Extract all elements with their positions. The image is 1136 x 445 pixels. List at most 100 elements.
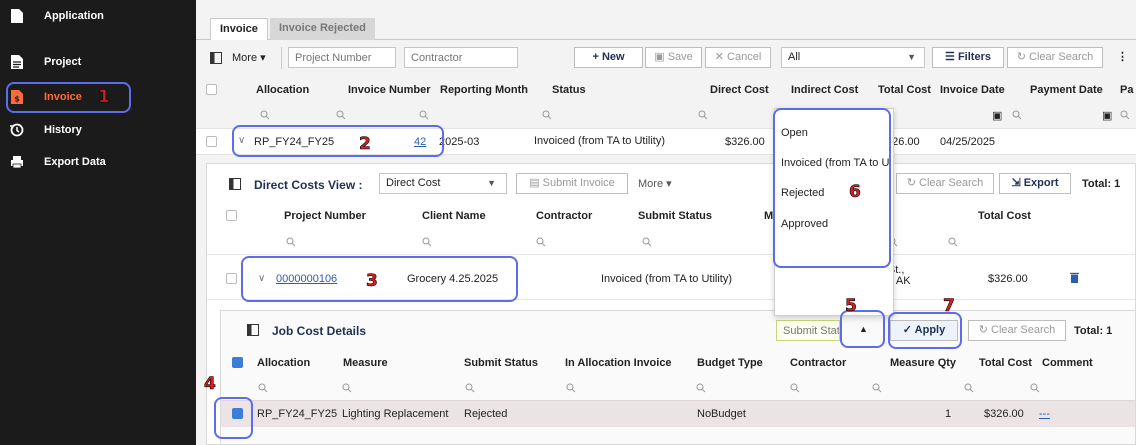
col-submit-status[interactable]: Submit Status (638, 210, 712, 222)
search-icon[interactable] (260, 110, 270, 120)
export-button[interactable]: ⇲ Export (999, 173, 1071, 194)
grid-toggle-icon[interactable] (229, 178, 241, 193)
col-invoice-number[interactable]: Invoice Number (348, 84, 431, 96)
search-icon[interactable] (536, 237, 546, 247)
cell-reporting-month: 2025-03 (439, 136, 480, 148)
tab-invoice[interactable]: Invoice (210, 18, 268, 40)
contractor-input[interactable] (404, 47, 518, 68)
more-menu[interactable]: More ▾ (638, 177, 672, 190)
submit-status-filter-input[interactable] (776, 320, 840, 341)
search-icon[interactable] (342, 383, 352, 393)
col-in-allocation-invoice[interactable]: In Allocation Invoice (565, 357, 672, 369)
col-total-cost[interactable]: Total Cost (878, 84, 931, 96)
sidebar-item-application[interactable]: Application (0, 0, 196, 32)
search-icon[interactable] (465, 383, 475, 393)
search-icon[interactable] (948, 237, 958, 247)
col-contractor[interactable]: Contractor (790, 357, 846, 369)
select-all-checkbox[interactable] (206, 84, 217, 95)
more-label: More (232, 52, 258, 64)
col-total-cost[interactable]: Total Cost (979, 357, 1032, 369)
col-allocation[interactable]: Allocation (257, 357, 310, 369)
annotation-badge: 5 (845, 296, 857, 316)
col-client-name[interactable]: Client Name (422, 210, 486, 222)
row-checkbox[interactable] (226, 273, 237, 284)
search-icon[interactable] (1120, 110, 1130, 120)
submit-invoice-label: Submit Invoice (542, 177, 615, 189)
search-icon[interactable] (696, 383, 706, 393)
submit-invoice-button[interactable]: ▤ Submit Invoice (516, 173, 628, 194)
col-indirect-cost[interactable]: Indirect Cost (791, 84, 858, 96)
col-total-cost[interactable]: Total Cost (978, 210, 1031, 222)
col-pa[interactable]: Pa (1120, 84, 1133, 96)
sidebar-item-project[interactable]: Project (0, 46, 196, 78)
cell-status: Invoiced (from TA to Utility) (534, 135, 666, 147)
col-m[interactable]: M (764, 210, 773, 222)
col-budget-type[interactable]: Budget Type (697, 357, 763, 369)
search-icon[interactable] (872, 383, 882, 393)
col-submit-status[interactable]: Submit Status (464, 357, 538, 369)
cell-measure: Lighting Replacement (342, 408, 449, 420)
search-icon[interactable] (286, 237, 296, 247)
tab-invoice-rejected[interactable]: Invoice Rejected (270, 18, 375, 40)
calendar-icon[interactable]: ▣ (992, 109, 1002, 122)
search-icon[interactable] (258, 383, 268, 393)
select-all-checkbox[interactable] (226, 210, 237, 221)
row-checkbox[interactable] (206, 136, 217, 147)
calendar-icon[interactable]: ▣ (1102, 109, 1112, 122)
job-cost-title: Job Cost Details (272, 324, 367, 338)
search-icon[interactable] (422, 237, 432, 247)
sidebar-item-label: Application (44, 10, 104, 22)
search-icon[interactable] (698, 110, 708, 120)
status-filter-select[interactable]: All ▼ (781, 47, 925, 68)
status-filter-value: All (788, 51, 801, 63)
col-direct-cost[interactable]: Direct Cost (710, 84, 769, 96)
annotation-badge: 2 (359, 134, 371, 154)
filters-button[interactable]: ☰ Filters (932, 47, 1004, 68)
view-select[interactable]: Direct Cost ▼ (379, 173, 507, 194)
highlight-row-checkbox (214, 397, 253, 439)
col-payment-date[interactable]: Payment Date (1030, 84, 1103, 96)
col-reporting-month[interactable]: Reporting Month (440, 84, 528, 96)
project-number-input[interactable] (288, 47, 396, 68)
search-icon[interactable] (419, 110, 429, 120)
more-menu[interactable]: More ▾ (232, 51, 266, 64)
search-icon[interactable] (964, 383, 974, 393)
sidebar-item-history[interactable]: History (0, 114, 196, 146)
col-measure-qty[interactable]: Measure Qty (890, 357, 956, 369)
search-icon[interactable] (642, 237, 652, 247)
comment-link[interactable]: --- (1039, 408, 1050, 420)
grid-toggle-icon[interactable] (210, 52, 222, 67)
export-label: Export (1023, 177, 1059, 189)
new-label: New (601, 51, 625, 63)
highlight-project-row (241, 256, 518, 302)
search-icon[interactable] (542, 110, 552, 120)
col-comment[interactable]: Comment (1042, 357, 1093, 369)
clear-search-button[interactable]: ↻ Clear Search (896, 173, 994, 194)
col-contractor[interactable]: Contractor (536, 210, 592, 222)
annotation-badge: 4 (204, 374, 216, 394)
save-button[interactable]: ▣ Save (645, 47, 702, 68)
search-icon[interactable] (566, 383, 576, 393)
cancel-button[interactable]: ✕ Cancel (705, 47, 771, 68)
grid-toggle-icon[interactable] (247, 324, 259, 339)
col-project-number[interactable]: Project Number (284, 210, 366, 222)
search-icon[interactable] (1012, 110, 1022, 120)
search-icon[interactable] (790, 383, 800, 393)
col-invoice-date[interactable]: Invoice Date (940, 84, 1005, 96)
clear-search-button[interactable]: ↻ Clear Search (968, 320, 1066, 341)
select-all-checkbox[interactable] (232, 357, 243, 368)
new-button[interactable]: + New (574, 47, 643, 68)
clear-search-label: Clear Search (991, 324, 1056, 336)
col-allocation[interactable]: Allocation (256, 84, 309, 96)
highlight-invoice-row (232, 125, 444, 157)
search-icon[interactable] (336, 110, 346, 120)
col-measure[interactable]: Measure (343, 357, 388, 369)
export-icon (10, 155, 24, 169)
main-content: Invoice Invoice Rejected More ▾ + New ▣ … (196, 0, 1136, 445)
kebab-menu-icon[interactable]: ⋮ (1117, 50, 1128, 63)
sidebar-item-export-data[interactable]: Export Data (0, 146, 196, 178)
col-status[interactable]: Status (552, 84, 586, 96)
clear-search-button[interactable]: ↻ Clear Search (1007, 47, 1103, 68)
search-icon[interactable] (1030, 383, 1040, 393)
trash-icon[interactable] (1070, 272, 1079, 286)
